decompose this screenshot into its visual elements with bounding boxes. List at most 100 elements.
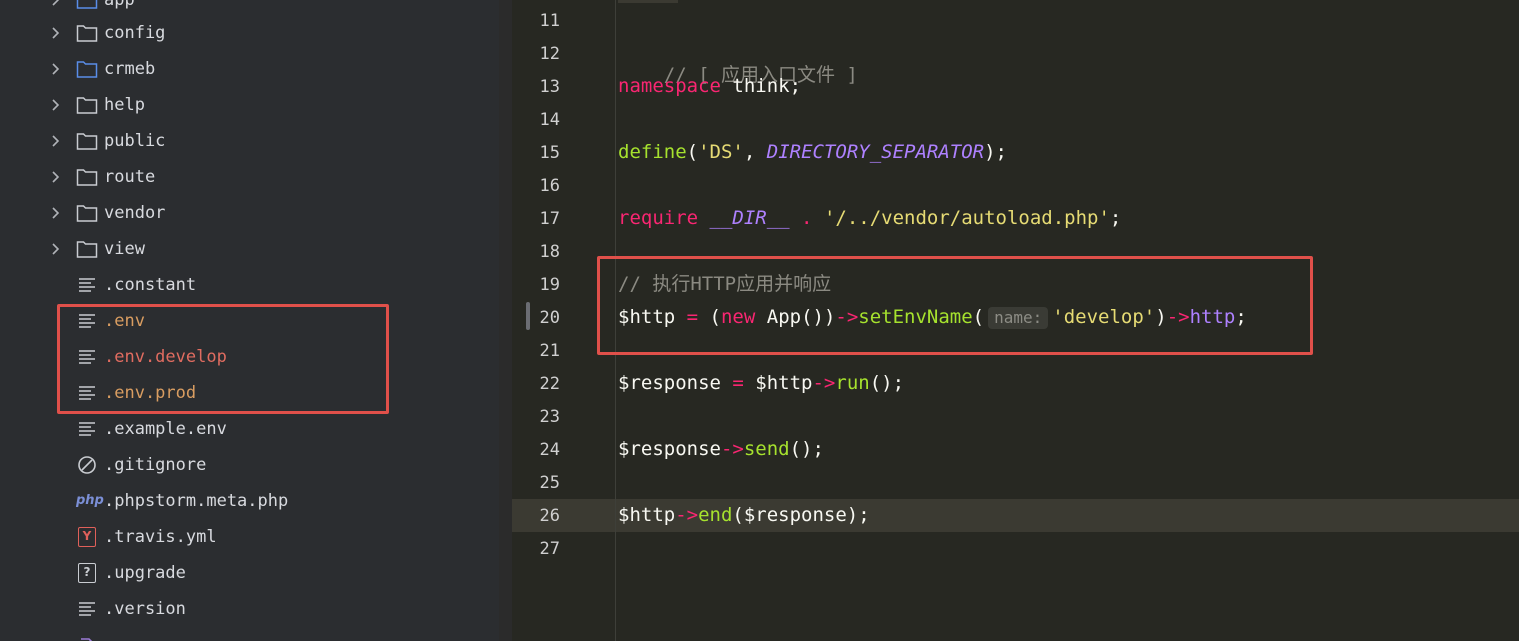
line-number: 23: [539, 407, 560, 427]
unknown-file-icon: ?: [78, 563, 96, 583]
chevron-right-icon[interactable]: [48, 25, 64, 41]
tree-item-label: .version: [104, 599, 186, 619]
chevron-right-icon[interactable]: [48, 133, 64, 149]
ignore-file-icon: [78, 456, 96, 474]
chevron-right-icon[interactable]: [48, 97, 64, 113]
line-number: 19: [539, 275, 560, 295]
code-line-15: define('DS', DIRECTORY_SEPARATOR);: [618, 141, 1007, 163]
tree-item-route[interactable]: route: [0, 159, 499, 195]
line-number: 26: [539, 506, 560, 526]
code-text: );: [984, 141, 1007, 163]
tree-item-config[interactable]: config: [0, 15, 499, 51]
variable: $http: [618, 504, 676, 526]
operator: =: [720, 372, 756, 394]
chevron-right-icon[interactable]: [48, 169, 64, 185]
code-text: ($response);: [732, 504, 870, 526]
line-number: 21: [539, 341, 560, 361]
tree-item-upgrade[interactable]: ? .upgrade: [0, 555, 499, 591]
text-file-icon: [79, 422, 95, 436]
tree-item-label: route: [104, 167, 156, 187]
tree-item-label: help: [104, 95, 145, 115]
line-number: 18: [539, 242, 560, 262]
env-files-highlight: [57, 304, 389, 414]
folder-icon: [76, 205, 98, 222]
line-number: 14: [539, 110, 560, 130]
tree-item-phpstorm-meta[interactable]: php .phpstorm.meta.php: [0, 483, 499, 519]
tree-item-label: crmeb: [104, 59, 156, 79]
line-number: 25: [539, 473, 560, 493]
string-literal: 'DS': [698, 141, 744, 163]
tree-item-label: view: [104, 239, 145, 259]
constant: __DIR__: [709, 207, 790, 229]
tree-item-label: config: [104, 23, 166, 43]
code-line-22: $response = $http->run();: [618, 372, 904, 394]
tree-item-help[interactable]: help: [0, 87, 499, 123]
line-number: 13: [539, 77, 560, 97]
tree-item-travis-yml[interactable]: Y .travis.yml: [0, 519, 499, 555]
variable: $http: [755, 372, 813, 394]
chevron-right-icon[interactable]: [48, 61, 64, 77]
code-editor[interactable]: 11 12 13 14 15 16 17 18 19 20 21 22 23 2…: [512, 0, 1519, 641]
folder-icon: [76, 25, 98, 42]
tree-item-partial[interactable]: [0, 627, 499, 641]
selection-fragment: [618, 0, 678, 3]
file-icon: [81, 638, 93, 641]
code-text: (: [686, 141, 699, 163]
tree-item-version[interactable]: .version: [0, 591, 499, 627]
tree-item-label: .gitignore: [104, 455, 207, 475]
code-line-26: $http->end($response);: [618, 504, 870, 526]
code-line-24: $response->send();: [618, 438, 824, 460]
folder-icon: [76, 133, 98, 150]
tree-item-label: .constant: [104, 275, 197, 295]
chevron-right-icon[interactable]: [48, 0, 64, 8]
keyword: namespace: [618, 75, 721, 97]
chevron-right-icon[interactable]: [48, 205, 64, 221]
operator: .: [789, 207, 824, 229]
tree-item-example-env[interactable]: .example.env: [0, 411, 499, 447]
function-name: define: [618, 141, 687, 163]
tree-item-label: .phpstorm.meta.php: [104, 491, 289, 511]
variable: $response: [618, 438, 721, 460]
code-text: think;: [720, 75, 802, 97]
tree-item-gitignore[interactable]: .gitignore: [0, 447, 499, 483]
tree-item-label: .example.env: [104, 419, 227, 439]
panel-divider[interactable]: [499, 0, 512, 641]
operator: ->: [812, 372, 836, 394]
tree-item-label: vendor: [104, 203, 166, 223]
line-number: 22: [539, 374, 560, 394]
folder-icon: [76, 0, 98, 9]
chevron-right-icon[interactable]: [48, 241, 64, 257]
operator: ->: [720, 438, 744, 460]
code-text: ,: [743, 141, 767, 163]
line-number: 15: [539, 143, 560, 163]
keyword: require: [618, 207, 699, 229]
tree-item-label: app: [104, 0, 135, 10]
code-line-13: namespace think;: [618, 75, 801, 97]
tree-item-view[interactable]: view: [0, 231, 499, 267]
folder-icon: [76, 241, 98, 258]
tree-item-constant[interactable]: .constant: [0, 267, 499, 303]
text-file-icon: [79, 278, 95, 292]
method-name: end: [698, 504, 733, 526]
php-file-icon: php: [76, 493, 104, 508]
code-line-17: require __DIR__ . '/../vendor/autoload.p…: [618, 207, 1121, 229]
method-name: send: [743, 438, 790, 460]
line-number: 12: [539, 44, 560, 64]
yaml-file-icon: Y: [78, 527, 96, 547]
variable: $response: [618, 372, 721, 394]
line-number: 20: [539, 308, 560, 328]
code-text: ;: [1109, 207, 1122, 229]
tree-item-crmeb[interactable]: crmeb: [0, 51, 499, 87]
folder-icon: [76, 97, 98, 114]
tree-item-label: .upgrade: [104, 563, 186, 583]
line-number: 24: [539, 440, 560, 460]
project-tree: app config crmeb help public route vendo…: [0, 0, 499, 641]
folder-icon: [76, 61, 98, 78]
tree-item-public[interactable]: public: [0, 123, 499, 159]
line-number: 27: [539, 539, 560, 559]
folder-icon: [76, 169, 98, 186]
method-name: run: [835, 372, 870, 394]
tree-item-vendor[interactable]: vendor: [0, 195, 499, 231]
line-number: 16: [539, 176, 560, 196]
